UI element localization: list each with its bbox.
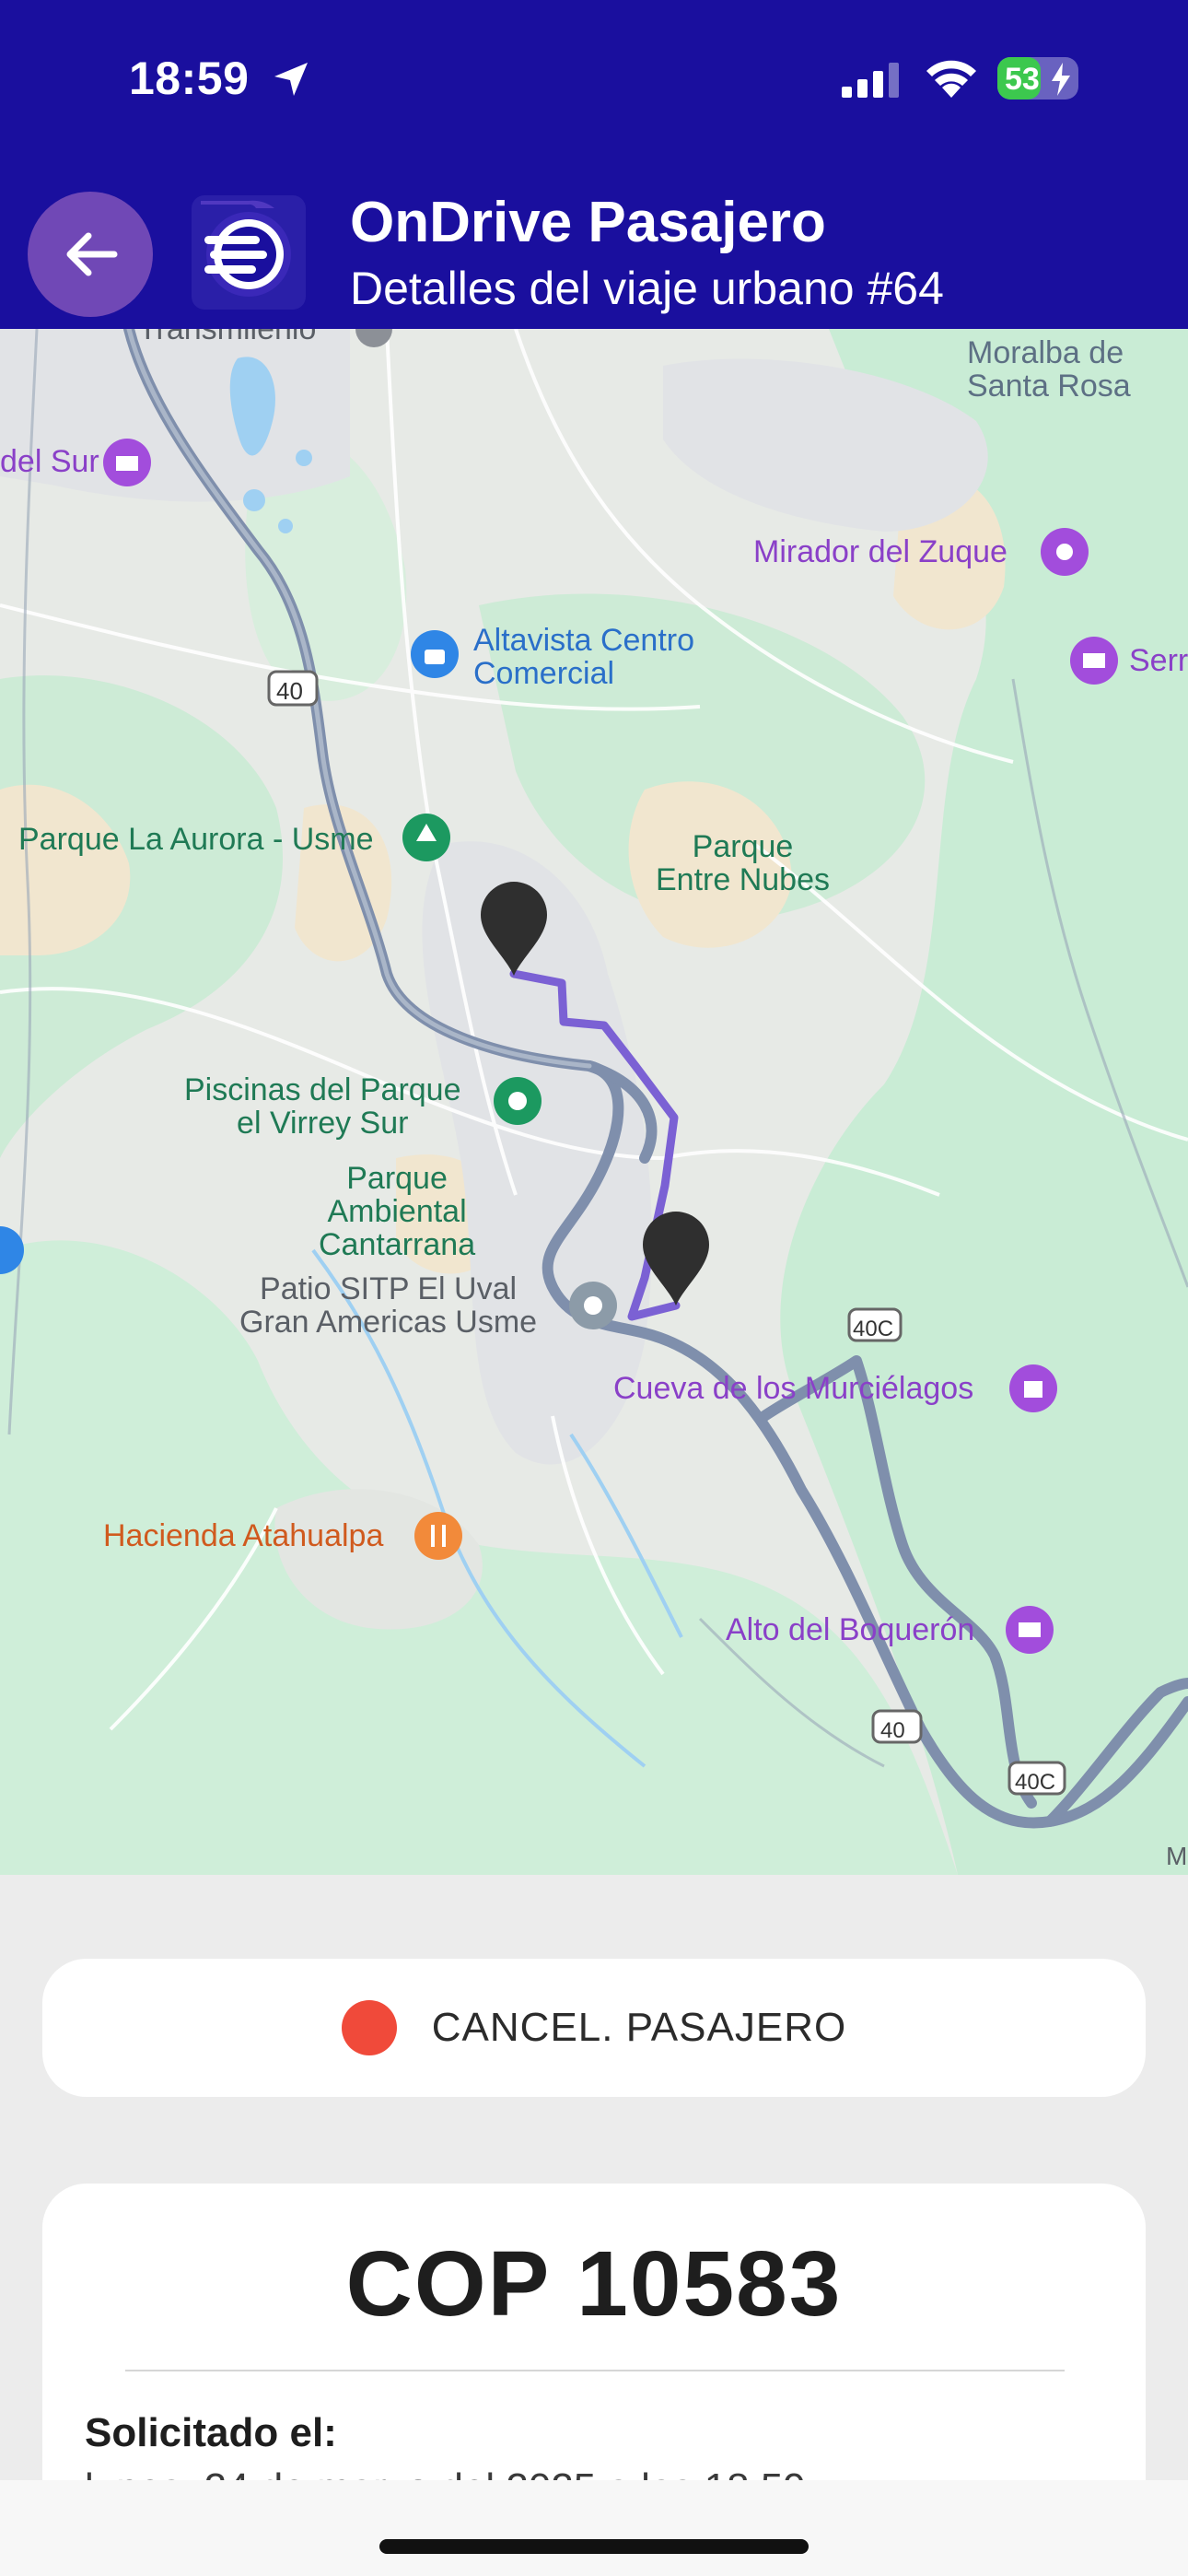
map-label-del-sur: del Sur xyxy=(0,444,99,479)
trip-status-text: CANCEL. PASAJERO xyxy=(431,2005,847,2050)
app-title: OnDrive Pasajero xyxy=(350,191,826,254)
wifi-icon xyxy=(926,60,976,98)
battery-percent: 53 xyxy=(1005,62,1040,97)
app-header: 18:59 53 OnDrive Pasajero Detalles del v… xyxy=(0,0,1188,329)
status-indicator-dot xyxy=(341,2000,397,2055)
trip-subtitle: Detalles del viaje urbano #64 xyxy=(350,263,944,314)
trip-fare: COP 10583 xyxy=(345,2232,843,2336)
map-label-alto-boqueron: Alto del Boquerón xyxy=(726,1612,975,1647)
route-40c-label: 40C xyxy=(853,1317,894,1341)
map-label-parque-cantarrana: Parque Ambiental Cantarrana xyxy=(319,1161,476,1262)
route-40c-label-south: 40C xyxy=(1015,1770,1056,1795)
map-label-piscinas: Piscinas del Parque el Virrey Sur xyxy=(184,1072,461,1141)
cellular-signal-icon xyxy=(842,63,899,98)
map-label-edge: M xyxy=(1166,1842,1188,1870)
charging-bolt-icon xyxy=(1052,63,1070,96)
map-label-moralba: Moralba de Santa Rosa xyxy=(967,335,1131,404)
app-screen: 18:59 53 OnDrive Pasajero Detalles del v… xyxy=(0,0,1188,2576)
map-label-cueva: Cueva de los Murciélagos xyxy=(613,1371,974,1406)
ondrive-logo xyxy=(192,195,306,310)
trip-map[interactable]: Transmilenio Moralba de Santa Rosa del S… xyxy=(0,329,1188,1875)
map-label-parque-nubes: Parque Entre Nubes xyxy=(656,829,830,897)
divider xyxy=(125,2370,1065,2371)
location-arrow-icon xyxy=(274,63,308,96)
map-label-serr: Serr xyxy=(1129,643,1188,678)
map-label-patio-sitp: Patio SITP El Uval Gran Americas Usme xyxy=(239,1271,538,1340)
home-indicator[interactable] xyxy=(379,2539,809,2554)
map-label-mirador: Mirador del Zuque xyxy=(753,534,1007,569)
map-label-transmilenio: Transmilenio xyxy=(138,329,317,346)
map-canvas xyxy=(0,329,1188,1875)
route-40-label: 40 xyxy=(276,677,303,705)
map-label-parque-aurora: Parque La Aurora - Usme xyxy=(18,822,374,857)
trip-status-card: CANCEL. PASAJERO xyxy=(42,1959,1146,2097)
map-label-hacienda: Hacienda Atahualpa xyxy=(103,1518,384,1553)
status-time: 18:59 xyxy=(129,53,250,104)
route-40-label-south: 40 xyxy=(880,1718,905,1743)
arrow-left-icon xyxy=(66,232,118,276)
map-label-altavista: Altavista Centro Comercial xyxy=(473,623,694,691)
back-button[interactable] xyxy=(28,192,153,317)
home-bar-area xyxy=(0,2480,1188,2576)
requested-label: Solicitado el: xyxy=(85,2410,337,2455)
